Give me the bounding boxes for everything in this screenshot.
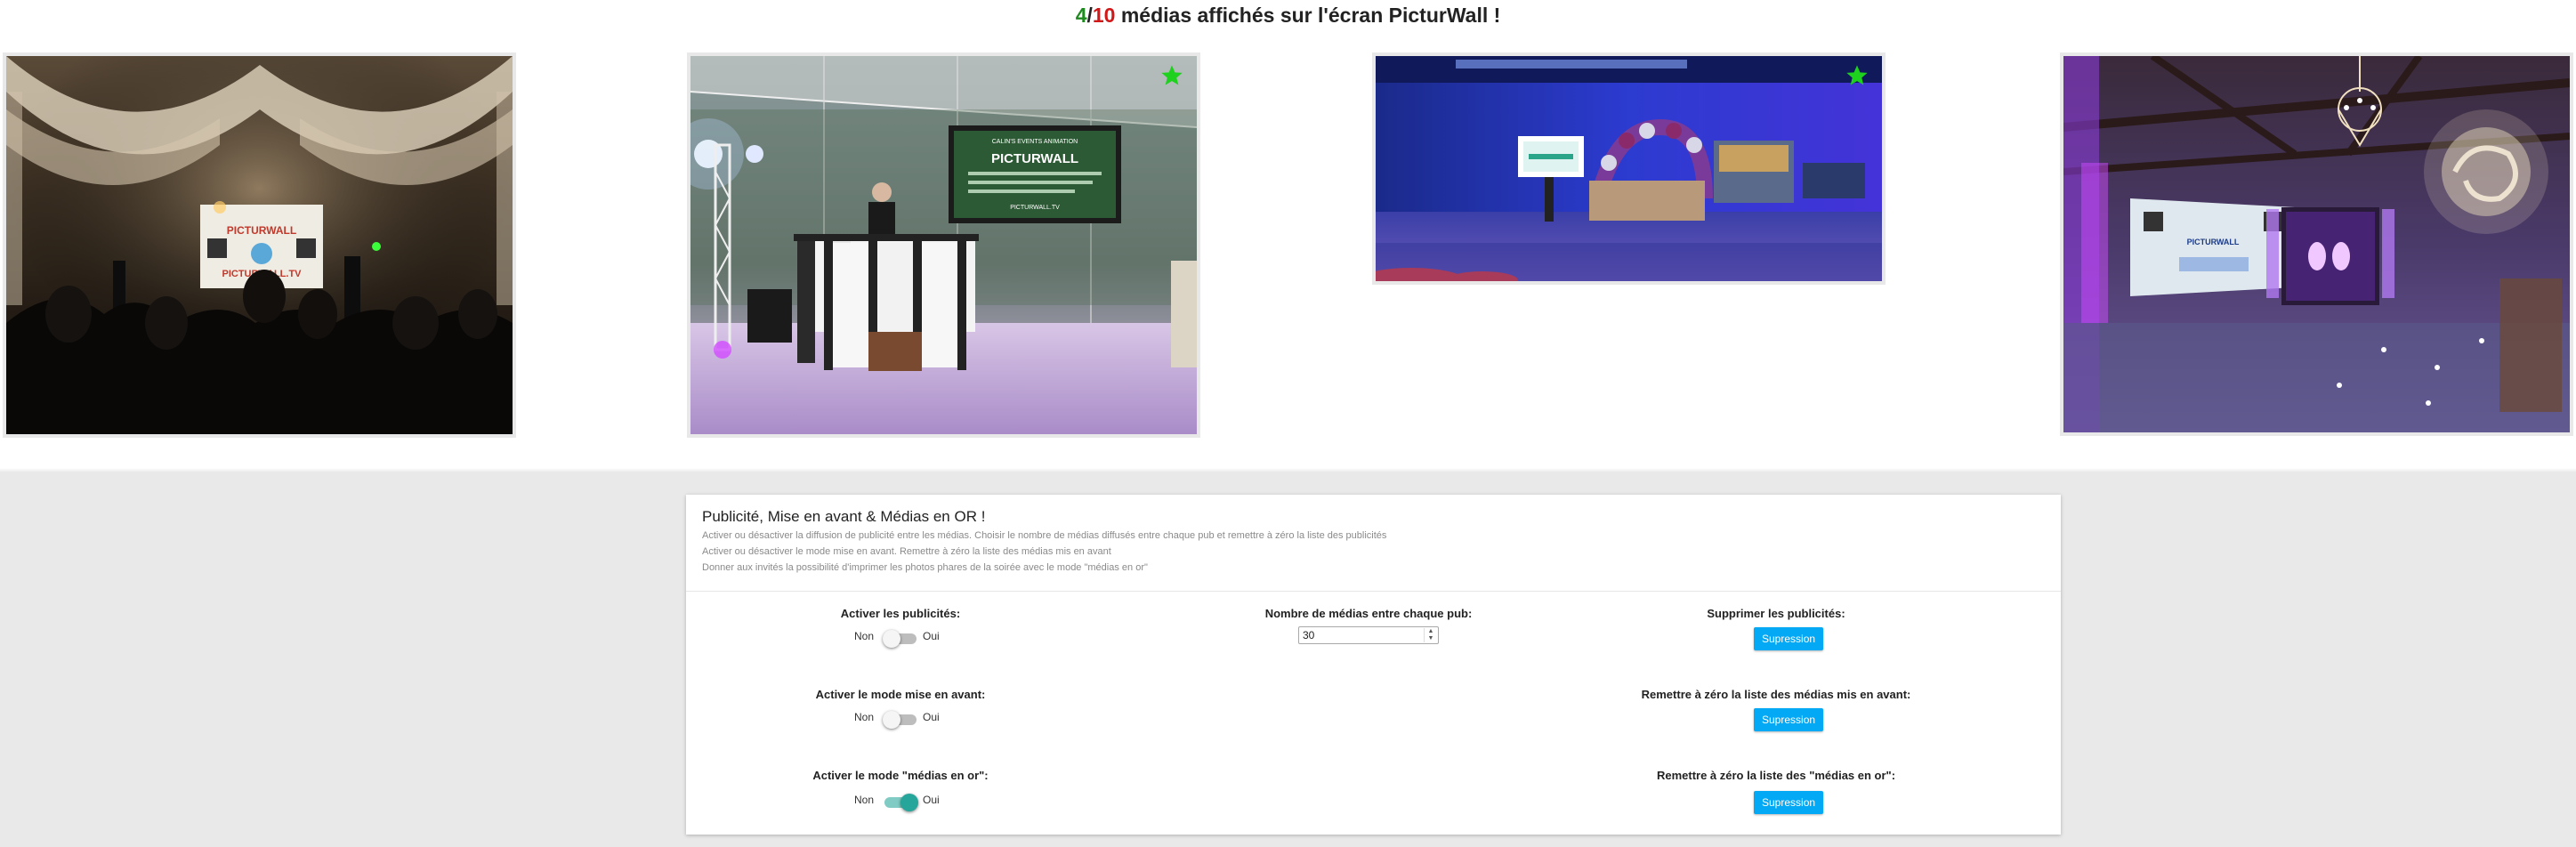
media-photo-4[interactable]: PICTURWALL [2060, 52, 2573, 436]
photo-1-screen-brand: PICTURWALL [227, 224, 296, 237]
ads-setting: Activer les publicités: Non Oui [812, 607, 989, 651]
ads-on-label: Oui [923, 630, 940, 642]
photo-3-image [1376, 56, 1882, 281]
reset-highlight-label: Remettre à zéro la liste des médias mis … [1641, 688, 1911, 701]
delete-ads-label: Supprimer les publicités: [1707, 607, 1845, 620]
photo-2-screen-url: PICTURWALL.TV [1010, 205, 1060, 211]
media-photo-2[interactable]: CALIN'S EVENTS ANIMATION PICTURWALL PICT… [687, 52, 1200, 438]
highlight-toggle-row: Non Oui [812, 709, 989, 729]
media-gallery: 4/10 médias affichés sur l'écran PicturW… [0, 0, 2576, 472]
panel-description-3: Donner aux invités la possibilité d'impr… [702, 562, 1148, 573]
star-icon [1846, 65, 1868, 85]
panel-description-2: Activer ou désactiver le mode mise en av… [702, 546, 1111, 557]
total-count: 10 [1092, 4, 1116, 27]
delete-ads-button[interactable]: Supression [1754, 627, 1824, 650]
gold-label: Activer le mode "médias en or": [812, 769, 989, 782]
delete-ads-setting: Supprimer les publicités: Supression [1598, 607, 1954, 660]
highlight-on-label: Oui [923, 711, 940, 723]
ads-off-label: Non [854, 630, 875, 642]
panel-description-1: Activer ou désactiver la diffusion de pu… [702, 530, 1387, 541]
reset-gold-button[interactable]: Supression [1754, 791, 1824, 814]
shown-count: 4 [1075, 4, 1087, 27]
highlight-setting: Activer le mode mise en avant: Non Oui [812, 688, 989, 732]
highlight-toggle-knob [883, 711, 900, 729]
photo-2-image: CALIN'S EVENTS ANIMATION PICTURWALL PICT… [690, 56, 1197, 434]
photo-2-screen-subtitle: CALIN'S EVENTS ANIMATION [992, 139, 1078, 145]
ads-label: Activer les publicités: [840, 607, 961, 620]
media-between-ads-label: Nombre de médias entre chaque pub: [1264, 607, 1473, 620]
reset-highlight-setting: Remettre à zéro la liste des médias mis … [1598, 688, 1954, 741]
star-icon [1161, 65, 1183, 85]
media-counter: 4/10 médias affichés sur l'écran PicturW… [0, 4, 2576, 28]
photo-4-screen-brand: PICTURWALL [2187, 238, 2240, 246]
photo-2-screen-brand: PICTURWALL [991, 151, 1078, 166]
spinner-up-icon[interactable]: ▲ [1425, 628, 1437, 635]
settings-panel-header: Publicité, Mise en avant & Médias en OR … [686, 495, 2061, 592]
panel-title: Publicité, Mise en avant & Médias en OR … [702, 508, 986, 525]
gold-toggle-knob [900, 794, 918, 811]
highlight-toggle[interactable] [883, 711, 917, 729]
ads-toggle-row: Non Oui [812, 628, 989, 648]
reset-gold-setting: Remettre à zéro la liste des "médias en … [1598, 769, 1954, 822]
ads-toggle-knob [883, 630, 900, 648]
gold-setting: Activer le mode "médias en or": Non Oui [812, 769, 989, 813]
media-between-ads-setting: Nombre de médias entre chaque pub: 30 ▲ … [1235, 607, 1502, 651]
gold-toggle-row: Non Oui [812, 792, 989, 811]
spinner-down-icon[interactable]: ▼ [1425, 635, 1437, 642]
number-spinner[interactable]: ▲ ▼ [1424, 628, 1437, 642]
media-photo-3[interactable] [1372, 52, 1886, 285]
photo-4-image: PICTURWALL [2063, 56, 2570, 432]
ads-toggle[interactable] [883, 630, 917, 648]
highlight-off-label: Non [854, 711, 875, 723]
reset-gold-label: Remettre à zéro la liste des "médias en … [1656, 769, 1896, 782]
highlight-label: Activer le mode mise en avant: [815, 688, 986, 701]
gold-toggle[interactable] [884, 794, 918, 811]
reset-highlight-button[interactable]: Supression [1754, 708, 1824, 731]
gold-on-label: Oui [923, 794, 940, 806]
media-between-ads-input[interactable]: 30 ▲ ▼ [1298, 626, 1439, 644]
gold-off-label: Non [854, 794, 875, 806]
settings-panel: Publicité, Mise en avant & Médias en OR … [686, 495, 2061, 835]
media-between-ads-value: 30 [1303, 629, 1315, 641]
counter-suffix: médias affichés sur l'écran PicturWall ! [1115, 4, 1501, 27]
photo-1-image: PICTURWALL PICTURWALL.TV [6, 56, 513, 434]
media-photo-1[interactable]: PICTURWALL PICTURWALL.TV [3, 52, 516, 438]
